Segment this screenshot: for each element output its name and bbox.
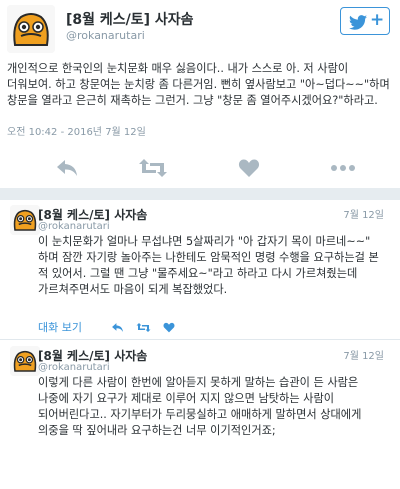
more-dots-icon[interactable] xyxy=(330,158,356,178)
reply-icon[interactable] xyxy=(111,322,124,333)
avatar[interactable] xyxy=(10,346,40,376)
main-tweet: [8월 케스/토] 사자솜 @rokanarutari + 개인적으로 한국인의… xyxy=(0,0,400,188)
reply-date: 7월 12일 xyxy=(343,351,384,362)
author-handle[interactable]: @rokanarutari xyxy=(38,362,110,373)
retweet-icon[interactable] xyxy=(136,322,151,333)
orange-cat-avatar-icon xyxy=(7,5,55,53)
follow-plus-glyph: + xyxy=(370,10,385,30)
author-handle[interactable]: @rokanarutari xyxy=(38,221,110,232)
twitter-bird-icon xyxy=(348,15,368,34)
follow-button[interactable]: + xyxy=(340,7,390,35)
author-handle[interactable]: @rokanarutari xyxy=(66,29,145,42)
reply-text: 이렇게 다른 사람이 한번에 알아듣지 못하게 말하는 습관이 든 사람은 나중… xyxy=(38,376,362,437)
author-name[interactable]: [8월 케스/토] 사자솜 xyxy=(66,9,194,29)
tweet-actions xyxy=(0,152,400,184)
tweet-text: 개인적으로 한국인의 눈치문화 매우 싫음이다.. 내가 스스로 아. 저 사람… xyxy=(7,62,390,107)
like-heart-icon[interactable] xyxy=(163,322,175,333)
tweet-timestamp[interactable]: 오전 10:42 - 2016년 7월 12일 xyxy=(7,123,146,138)
reply-date: 7월 12일 xyxy=(343,210,384,221)
section-divider xyxy=(0,188,400,200)
like-heart-icon[interactable] xyxy=(238,158,260,178)
retweet-icon[interactable] xyxy=(138,158,168,178)
reply-tweet[interactable]: [8월 케스/토] 사자솜 @rokanarutari 7월 12일 이렇게 다… xyxy=(0,341,400,489)
reply-text: 이 눈치문화가 얼마나 무섭냐면 5살짜리가 "아 갑자기 목이 마르네~~" … xyxy=(38,235,379,296)
orange-cat-avatar-icon xyxy=(10,205,40,235)
orange-cat-avatar-icon xyxy=(10,346,40,376)
view-conversation-link[interactable]: 대화 보기 xyxy=(38,319,82,335)
avatar[interactable] xyxy=(7,5,55,53)
reply-icon[interactable] xyxy=(55,158,79,178)
avatar[interactable] xyxy=(10,205,40,235)
reply-tweet[interactable]: [8월 케스/토] 사자솜 @rokanarutari 7월 12일 이 눈치문… xyxy=(0,200,400,340)
